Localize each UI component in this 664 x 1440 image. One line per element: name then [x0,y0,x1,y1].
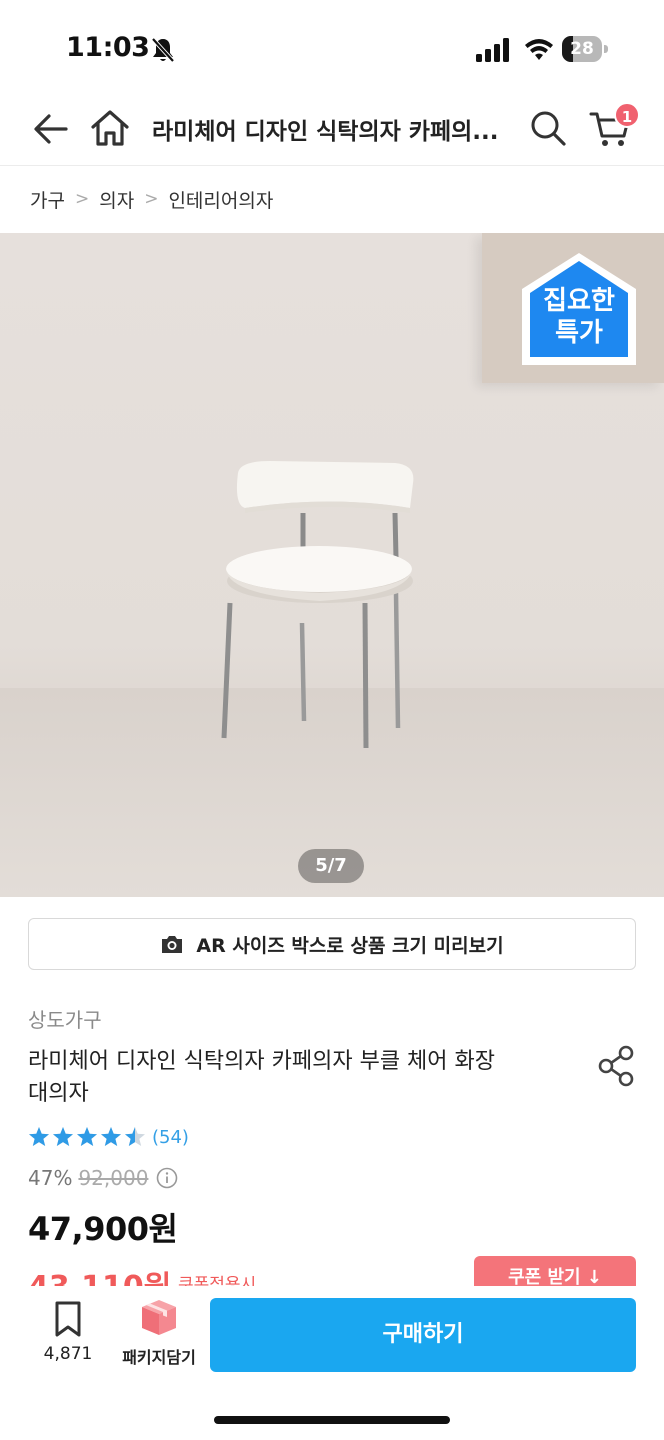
add-package-button[interactable]: 패키지담기 [114,1296,204,1370]
breadcrumb-item-furniture[interactable]: 가구 [30,186,65,213]
star-filled [101,1127,121,1146]
chevron-right-icon: > [74,189,90,209]
wifi-icon [525,39,553,60]
bell-muted-icon [151,37,175,63]
status-bar: 11:03 28 [0,0,664,96]
sale-price: 47,900원 [28,1210,178,1248]
home-indicator [214,1416,450,1424]
battery-indicator: 28 [562,36,608,62]
page-title: 라미체어 디자인 식탁의자 카페의... [152,119,499,145]
share-icon[interactable] [596,1044,638,1088]
product-photo-chair [221,461,414,749]
image-counter: 5/7 [298,849,364,883]
product-image-gallery[interactable]: 집요한 특가 5/7 [0,233,664,897]
breadcrumb-item-chair[interactable]: 의자 [99,186,134,213]
status-time: 11:03 [66,32,150,63]
star-filled [29,1127,49,1146]
discount-row: 47% 92,000 [28,1166,178,1190]
special-deal-label: 집요한 특가 [543,286,615,348]
bottom-action-bar: 4,871 패키지담기 구매하기 [0,1286,664,1440]
brand-name[interactable]: 상도가구 [28,1004,102,1033]
star-filled [53,1127,73,1146]
cellular-signal-icon [476,38,509,62]
ar-preview-button[interactable]: AR 사이즈 박스로 상품 크기 미리보기 [28,918,636,970]
product-title: 라미체어 디자인 식탁의자 카페의자 부클 체어 화장대의자 [28,1049,496,1106]
package-label: 패키지담기 [122,1348,196,1367]
info-icon[interactable] [156,1167,178,1189]
star-rating-icon [29,1127,145,1146]
search-icon[interactable] [528,108,568,148]
breadcrumb-item-interior-chair[interactable]: 인테리어의자 [168,186,273,213]
battery-level: 28 [570,39,594,59]
back-arrow-icon[interactable] [30,108,72,150]
camera-icon [162,936,183,953]
home-icon[interactable] [88,106,132,150]
ar-preview-label: AR 사이즈 박스로 상품 크기 미리보기 [196,934,504,957]
review-count[interactable]: (54) [152,1127,189,1148]
breadcrumb: 가구 > 의자 > 인테리어의자 [30,184,273,214]
buy-button[interactable]: 구매하기 [210,1298,636,1372]
gift-box-icon [142,1300,176,1335]
chevron-right-icon: > [144,189,159,209]
original-price: 92,000 [78,1166,149,1190]
star-filled [77,1127,97,1146]
bookmark-icon [55,1301,81,1337]
bookmark-count: 4,871 [43,1344,93,1364]
product-rating[interactable]: (54) [28,1124,189,1150]
bookmark-button[interactable]: 4,871 [36,1300,100,1370]
cart-count-badge: 1 [614,102,640,128]
discount-percent: 47% [28,1166,73,1190]
top-navigation-bar: 라미체어 디자인 식탁의자 카페의... [0,96,664,166]
